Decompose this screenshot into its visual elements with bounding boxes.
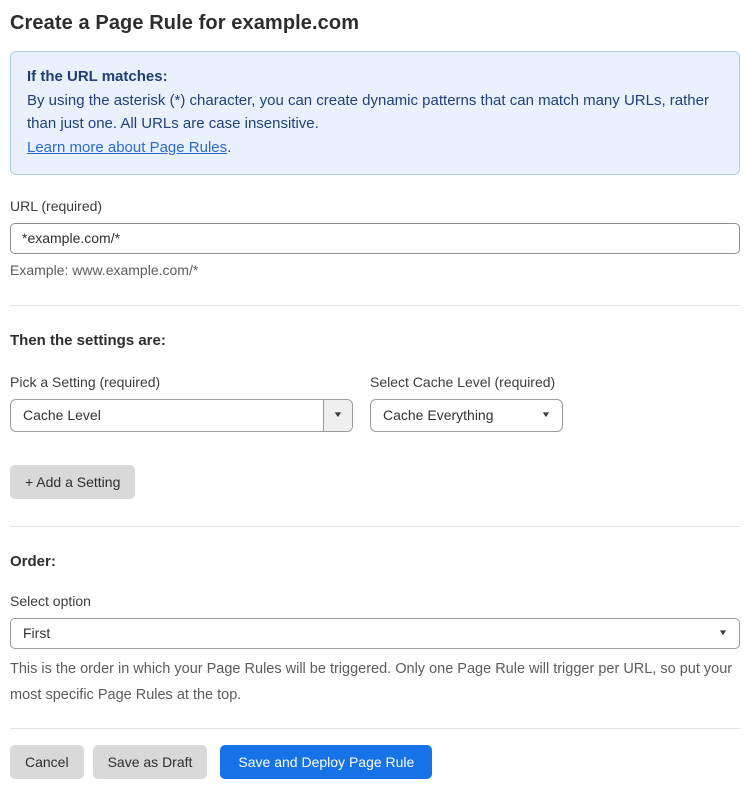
order-section-heading: Order:	[10, 552, 56, 570]
info-box-heading: If the URL matches:	[27, 68, 168, 85]
order-select-value: First	[23, 625, 51, 642]
info-box-link-line: Learn more about Page Rules.	[27, 136, 723, 160]
cache-level-select[interactable]: Cache Everything ▼	[370, 398, 563, 432]
settings-section-heading: Then the settings are:	[10, 331, 166, 349]
chevron-down-icon: ▼	[540, 410, 552, 420]
cache-level-label: Select Cache Level (required)	[370, 373, 556, 390]
url-input[interactable]	[10, 222, 740, 254]
setting-picker-value: Cache Level	[23, 407, 101, 424]
setting-picker-label: Pick a Setting (required)	[10, 373, 161, 390]
divider	[10, 727, 740, 729]
page-title: Create a Page Rule for example.com	[10, 12, 360, 34]
url-match-info-box: If the URL matches: By using the asteris…	[10, 51, 740, 175]
link-suffix: .	[227, 139, 232, 157]
chevron-down-icon: ▼	[332, 410, 344, 420]
cache-level-column: Select Cache Level (required) Cache Ever…	[370, 374, 563, 432]
create-page-rule-form: Create a Page Rule for example.com If th…	[0, 0, 750, 789]
order-select-label: Select option	[10, 592, 91, 609]
order-helper-text: This is the order in which your Page Rul…	[10, 660, 733, 703]
url-field-label: URL (required)	[10, 197, 103, 214]
save-and-deploy-button[interactable]: Save and Deploy Page Rule	[220, 744, 433, 779]
learn-more-link[interactable]: Learn more about Page Rules	[27, 139, 227, 156]
order-select-arrow: ▼	[717, 628, 739, 638]
add-setting-button[interactable]: + Add a Setting	[10, 464, 136, 499]
setting-picker-column: Pick a Setting (required) Cache Level ▼	[10, 374, 353, 432]
chevron-down-icon: ▼	[717, 628, 729, 638]
form-actions: Cancel Save as Draft Save and Deploy Pag…	[10, 744, 740, 779]
save-as-draft-button[interactable]: Save as Draft	[92, 744, 208, 779]
order-select[interactable]: First ▼	[10, 617, 740, 649]
setting-picker-arrow-button[interactable]: ▼	[323, 399, 352, 431]
info-box-body: By using the asterisk (*) character, you…	[27, 91, 709, 133]
url-example-helper: Example: www.example.com/*	[10, 261, 199, 278]
cache-level-arrow: ▼	[540, 410, 562, 420]
divider	[10, 525, 740, 527]
cancel-button[interactable]: Cancel	[10, 744, 84, 779]
setting-picker-select[interactable]: Cache Level ▼	[10, 398, 353, 432]
divider	[10, 304, 740, 306]
settings-row: Pick a Setting (required) Cache Level ▼ …	[10, 374, 740, 432]
cache-level-value: Cache Everything	[383, 407, 494, 424]
